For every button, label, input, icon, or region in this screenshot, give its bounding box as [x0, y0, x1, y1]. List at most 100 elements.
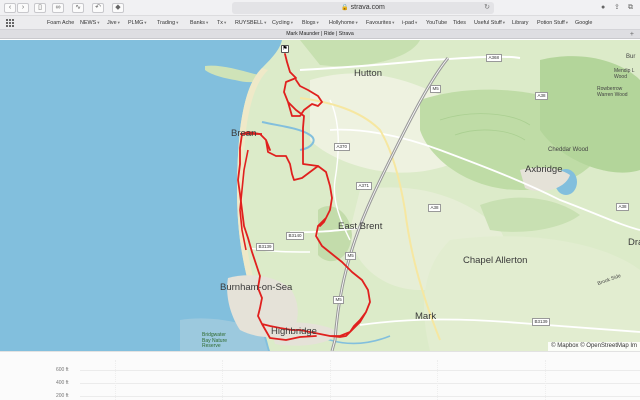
browser-toolbar: ‹ › ▯ ∞ ∿ ↶ ◆ 🔒 strava.com ↻ ● ⇪ ⧉: [0, 0, 640, 16]
road-badge: A371: [356, 182, 372, 190]
activity-button[interactable]: ∿: [72, 3, 84, 13]
label-bur: Bur: [626, 54, 636, 60]
bookmark-youtube[interactable]: YouTube: [426, 18, 447, 28]
chevron-down-icon: ▾: [205, 20, 209, 25]
road-badge: B3140: [286, 232, 305, 240]
bookmark-label: Cycling: [272, 20, 290, 26]
chevron-down-icon: ▾: [144, 20, 147, 25]
label-chapel-allerton: Chapel Allerton: [463, 255, 528, 266]
bookmark-foam-ache[interactable]: Foam Ache: [47, 18, 74, 28]
label-hutton: Hutton: [354, 68, 382, 79]
shield-button[interactable]: ◆: [112, 3, 124, 13]
apps-grid-icon[interactable]: [6, 19, 14, 27]
label-cheddar-wood: Cheddar Wood: [548, 147, 589, 153]
chevron-down-icon: ▾: [264, 20, 267, 25]
bookmark-trading[interactable]: Trading▾: [157, 18, 178, 28]
bookmark-news[interactable]: NEWS▾: [80, 18, 99, 28]
activity-icon: ∿: [75, 4, 81, 11]
bookmark-useful-stuff[interactable]: Useful Stuff▾: [474, 18, 505, 28]
sidebar-icon: ▯: [38, 4, 42, 11]
bookmark-label: Tx: [217, 20, 223, 26]
road-badge: M5: [345, 252, 357, 260]
road-badge: B3139: [532, 318, 551, 326]
bookmark-label: RUYSBELL: [235, 20, 264, 26]
bookmark-label: Library: [512, 20, 529, 26]
bookmark-banks[interactable]: Banks▾: [190, 18, 208, 28]
new-tab-icon[interactable]: +: [630, 30, 634, 39]
elevation-label: 600 ft: [56, 367, 69, 373]
bookmark-label: i-pad: [402, 20, 414, 26]
label-east-brent: East Brent: [338, 221, 383, 232]
checkered-flag-icon: ⚑: [282, 46, 288, 52]
bookmark-jive[interactable]: Jive▾: [107, 18, 120, 28]
chevron-down-icon: ▾: [316, 20, 319, 25]
elevation-gridline: [80, 370, 640, 371]
chevron-down-icon: ▾: [224, 20, 227, 25]
road-badge: M5: [430, 85, 442, 93]
bookmark-label: Tides: [453, 20, 466, 26]
chevron-down-icon: ▾: [117, 20, 120, 25]
road-badge: A368: [486, 54, 502, 62]
bookmark-label: Useful Stuff: [474, 20, 502, 26]
extension-icon[interactable]: ●: [601, 3, 605, 13]
elevation-label: 200 ft: [56, 393, 69, 399]
sidebar-button[interactable]: ▯: [34, 3, 46, 13]
tab-bar: Mark Maunder | Ride | Strava +: [0, 30, 640, 39]
reading-list-button[interactable]: ∞: [52, 3, 64, 13]
chevron-down-icon: ▾: [97, 20, 100, 25]
bookmark-label: Trading: [157, 20, 176, 26]
bookmark-blogs[interactable]: Blogs▾: [302, 18, 319, 28]
reload-icon[interactable]: ↻: [484, 2, 490, 14]
bookmark-library[interactable]: Library: [512, 18, 528, 28]
bookmark-label: YouTube: [426, 20, 448, 26]
bookmark-hollyhome[interactable]: Hollyhome▾: [329, 18, 358, 28]
bookmark-plmg[interactable]: PLMG▾: [128, 18, 147, 28]
chevron-down-icon: ▾: [415, 20, 418, 25]
label-burnham: Burnham-on-Sea: [220, 282, 293, 293]
elevation-column-line: [545, 360, 546, 400]
history-button[interactable]: ↶: [92, 3, 104, 13]
bookmark-i-pad[interactable]: i-pad▾: [402, 18, 417, 28]
tabs-overview-icon[interactable]: ⧉: [628, 3, 633, 13]
bookmark-ruysbell[interactable]: RUYSBELL▾: [235, 18, 266, 28]
address-bar[interactable]: 🔒 strava.com ↻: [232, 2, 494, 14]
chevron-down-icon: ▾: [392, 20, 395, 25]
bookmark-google[interactable]: Google: [575, 18, 592, 28]
map-canvas: [0, 40, 640, 351]
forward-button[interactable]: ›: [17, 3, 29, 13]
bookmark-favourites[interactable]: Favourites▾: [366, 18, 394, 28]
road-badge: B3139: [256, 243, 275, 251]
chevron-down-icon: ▾: [290, 20, 293, 25]
label-nature-reserve: Bridgwater Bay Nature Reserve: [202, 332, 228, 349]
chevron-down-icon: ▾: [502, 20, 506, 25]
browser-window: ‹ › ▯ ∞ ∿ ↶ ◆ 🔒 strava.com ↻ ● ⇪ ⧉ Foam A…: [0, 0, 640, 400]
elevation-column-line: [437, 360, 438, 400]
chevron-down-icon: ▾: [565, 20, 569, 25]
chevron-down-icon: ▾: [176, 20, 179, 25]
elevation-label: 400 ft: [56, 380, 69, 386]
map-attribution[interactable]: © Mapbox © OpenStreetMap Im: [548, 342, 640, 351]
bookmark-tx[interactable]: Tx▾: [217, 18, 226, 28]
share-icon[interactable]: ⇪: [614, 3, 620, 13]
bookmarks-bar: Foam Ache NEWS▾ Jive▾ PLMG▾ Trading▾ Banks▾ Tx…: [0, 16, 640, 30]
bookmark-label: Hollyhome: [329, 20, 355, 26]
bookmark-cycling[interactable]: Cycling▾: [272, 18, 293, 28]
road-badge: A38: [428, 204, 442, 212]
bookmark-potion-stuff[interactable]: Potion Stuff▾: [537, 18, 568, 28]
road-badge: A370: [334, 143, 350, 151]
elevation-profile[interactable]: 600 ft 400 ft 200 ft: [0, 351, 640, 400]
bookmark-tides[interactable]: Tides: [453, 18, 466, 28]
back-button[interactable]: ‹: [4, 3, 16, 13]
chevron-left-icon: ‹: [8, 4, 12, 11]
bookmark-label: Jive: [107, 20, 117, 26]
bookmark-label: Foam Ache: [47, 20, 75, 26]
active-tab[interactable]: Mark Maunder | Ride | Strava: [0, 30, 640, 39]
label-mendip: Mendip L Wood: [614, 68, 635, 80]
start-finish-marker[interactable]: ⚑: [281, 45, 289, 53]
bookmark-label: Banks: [190, 20, 205, 26]
route-map[interactable]: ⚑ Hutton Brean East Brent Axbridge Chape…: [0, 40, 640, 351]
elevation-column-line: [222, 360, 223, 400]
undo-icon: ↶: [95, 4, 101, 11]
glasses-icon: ∞: [55, 4, 61, 11]
bookmark-label: Google: [575, 20, 593, 26]
